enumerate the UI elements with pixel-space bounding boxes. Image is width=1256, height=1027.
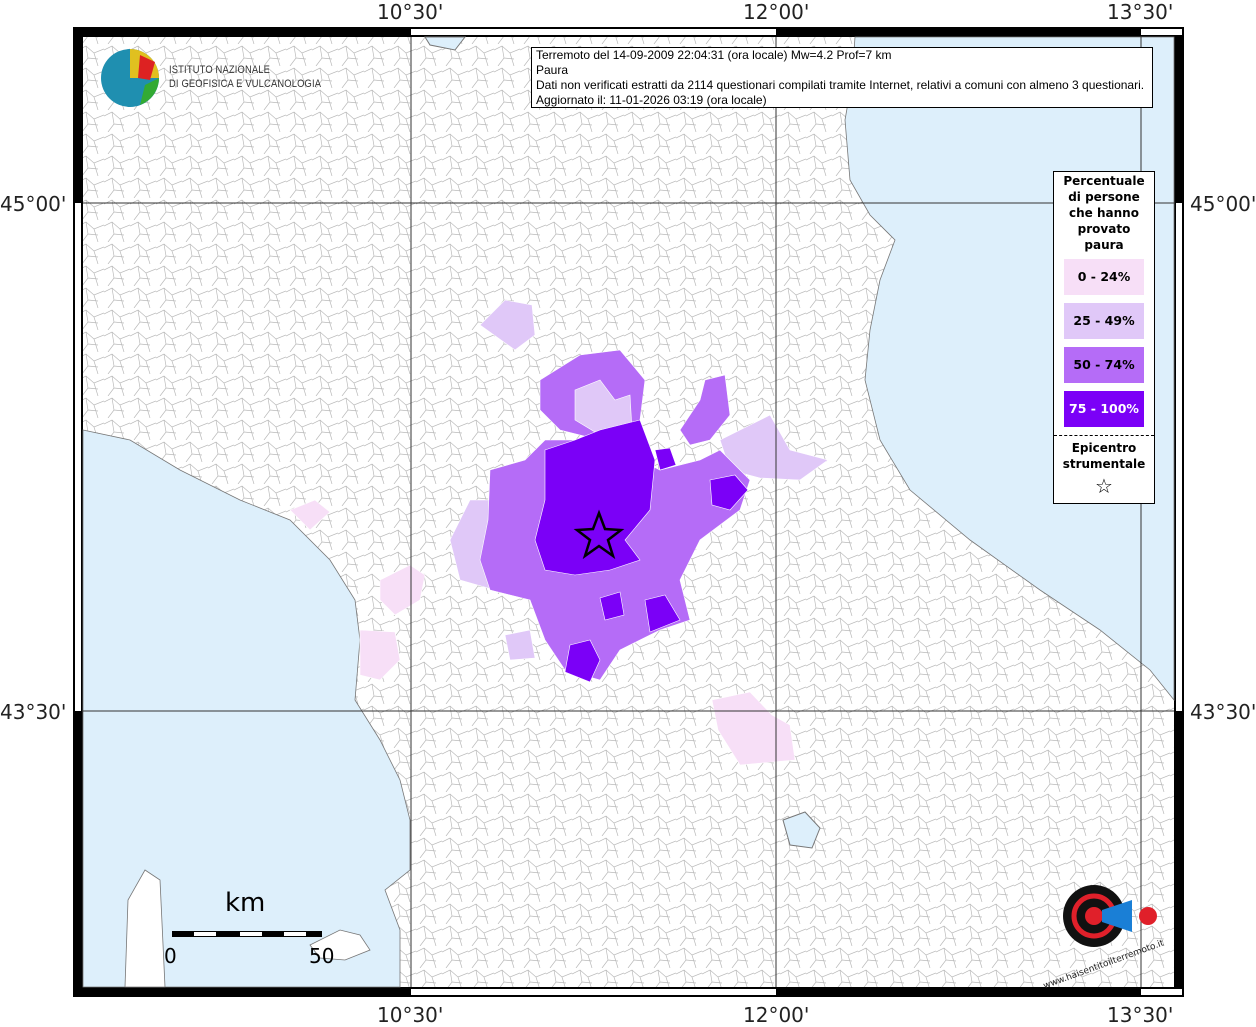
legend-class-3: 75 - 100% [1064, 391, 1144, 427]
logo-line-2: DI GEOFISICA E VULCANOLOGIA [169, 78, 322, 90]
scale-bar [172, 931, 322, 937]
lon-label-bottom-3: 13°30' [1107, 1003, 1174, 1027]
lat-label-left-2: 43°30' [0, 700, 67, 724]
lat-label-right-1: 45°00' [1190, 192, 1256, 216]
epicenter-label: Epicentro strumentale [1062, 441, 1146, 471]
lat-label-right-2: 43°30' [1190, 700, 1256, 724]
map-parameter: Paura [536, 63, 569, 77]
legend-class-1: 25 - 49% [1064, 303, 1144, 339]
legend: Percentuale di persone che hanno provato… [1053, 171, 1155, 504]
update-time: Aggiornato il: 11-01-2026 03:19 (ora loc… [536, 93, 767, 107]
ingv-logo-text: ISTITUTO NAZIONALE DI GEOFISICA E VULCAN… [169, 63, 321, 91]
scale-unit: km [225, 888, 266, 918]
scale-end: 50 [309, 944, 335, 968]
lat-label-left-1: 45°00' [0, 192, 67, 216]
event-title: Terremoto del 14-09-2009 22:04:31 (ora l… [536, 48, 892, 62]
lon-label-bottom-1: 10°30' [377, 1003, 444, 1027]
legend-divider [1054, 435, 1154, 436]
lon-label-top-1: 10°30' [377, 0, 444, 24]
ingv-logo-icon [101, 49, 159, 107]
intensity-map [73, 27, 1184, 997]
lon-label-bottom-2: 12°00' [743, 1003, 810, 1027]
lon-label-top-3: 13°30' [1107, 0, 1174, 24]
legend-class-0: 0 - 24% [1064, 259, 1144, 295]
lon-label-top-2: 12°00' [743, 0, 810, 24]
data-note: Dati non verificati estratti da 2114 que… [536, 78, 1145, 92]
legend-title: Percentuale di persone che hanno provato… [1063, 174, 1145, 252]
logo-line-1: ISTITUTO NAZIONALE [169, 64, 271, 76]
legend-star-icon: ☆ [1095, 474, 1113, 498]
legend-class-2: 50 - 74% [1064, 347, 1144, 383]
scale-start: 0 [164, 944, 177, 968]
event-info-box: Terremoto del 14-09-2009 22:04:31 (ora l… [531, 47, 1153, 108]
